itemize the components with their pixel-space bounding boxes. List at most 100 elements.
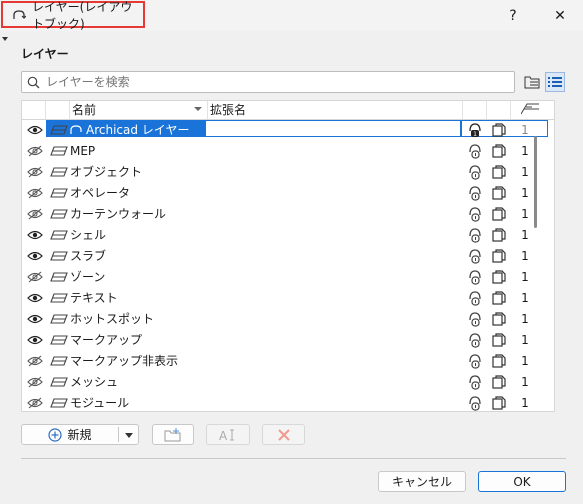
- layer-status-icon[interactable]: [489, 119, 509, 140]
- search-input[interactable]: [44, 74, 488, 90]
- table-row[interactable]: テキスト 1: [22, 287, 554, 308]
- table-row[interactable]: オブジェクト 1: [22, 161, 554, 182]
- layer-status-icon[interactable]: [489, 287, 509, 308]
- layer-status-icon[interactable]: [489, 308, 509, 329]
- eye-open-icon[interactable]: [25, 308, 45, 329]
- wireframe-toggle-icon[interactable]: [465, 182, 485, 203]
- wireframe-toggle-icon[interactable]: [465, 329, 485, 350]
- cancel-button[interactable]: キャンセル: [378, 471, 466, 492]
- layer-lock-icon[interactable]: [48, 266, 70, 287]
- ok-button[interactable]: OK: [478, 471, 566, 492]
- intersection-group-number[interactable]: 1: [515, 224, 535, 245]
- eye-open-icon[interactable]: [25, 119, 45, 140]
- layer-status-icon[interactable]: [489, 182, 509, 203]
- eye-hidden-icon[interactable]: [25, 392, 45, 411]
- layer-lock-icon[interactable]: [48, 350, 70, 371]
- delete-button[interactable]: [262, 424, 305, 445]
- layer-lock-icon[interactable]: [48, 203, 70, 224]
- wireframe-toggle-icon[interactable]: [465, 140, 485, 161]
- table-row[interactable]: ホットスポット 1: [22, 308, 554, 329]
- wireframe-toggle-icon[interactable]: [465, 203, 485, 224]
- layer-lock-icon[interactable]: [48, 245, 70, 266]
- wireframe-toggle-icon[interactable]: [465, 266, 485, 287]
- table-row[interactable]: カーテンウォール 1: [22, 203, 554, 224]
- table-row[interactable]: Archicad レイヤー 1 1: [22, 119, 554, 140]
- layer-lock-icon[interactable]: [48, 140, 70, 161]
- table-row[interactable]: メッシュ 1: [22, 371, 554, 392]
- eye-hidden-icon[interactable]: [25, 140, 45, 161]
- layer-status-icon[interactable]: [489, 224, 509, 245]
- layer-status-icon[interactable]: [489, 140, 509, 161]
- eye-open-icon[interactable]: [25, 329, 45, 350]
- intersection-group-number[interactable]: 1: [515, 161, 535, 182]
- intersection-group-number[interactable]: 1: [515, 287, 535, 308]
- wireframe-toggle-icon[interactable]: [465, 308, 485, 329]
- collapse-triangle-icon[interactable]: [2, 37, 8, 41]
- intersection-group-number[interactable]: 1: [515, 329, 535, 350]
- layer-lock-icon[interactable]: [48, 392, 70, 411]
- dropdown-arrow-icon[interactable]: [125, 433, 133, 438]
- table-row[interactable]: MEP 1: [22, 140, 554, 161]
- table-row[interactable]: モジュール 1: [22, 392, 554, 411]
- col-wireframe[interactable]: [463, 101, 487, 119]
- intersection-group-number[interactable]: 1: [515, 119, 535, 140]
- intersection-group-number[interactable]: 1: [515, 182, 535, 203]
- layer-status-icon[interactable]: [489, 350, 509, 371]
- close-button[interactable]: ✕: [540, 0, 580, 31]
- layer-lock-icon[interactable]: [48, 161, 70, 182]
- wireframe-toggle-icon[interactable]: [465, 392, 485, 411]
- rename-button[interactable]: A: [206, 424, 250, 445]
- intersection-group-number[interactable]: 1: [515, 203, 535, 224]
- eye-hidden-icon[interactable]: [25, 182, 45, 203]
- intersection-group-number[interactable]: 1: [515, 245, 535, 266]
- layer-status-icon[interactable]: [489, 245, 509, 266]
- search-box[interactable]: [21, 71, 515, 93]
- col-intersection[interactable]: [511, 101, 554, 119]
- intersection-group-number[interactable]: 1: [515, 308, 535, 329]
- layer-lock-icon[interactable]: [48, 329, 70, 350]
- table-row[interactable]: マークアップ 1: [22, 329, 554, 350]
- eye-hidden-icon[interactable]: [25, 350, 45, 371]
- table-row[interactable]: シェル 1: [22, 224, 554, 245]
- layer-status-icon[interactable]: [489, 329, 509, 350]
- wireframe-toggle-icon[interactable]: [465, 224, 485, 245]
- eye-hidden-icon[interactable]: [25, 203, 45, 224]
- vertical-scrollbar[interactable]: [534, 136, 537, 228]
- eye-open-icon[interactable]: [25, 224, 45, 245]
- wireframe-toggle-icon[interactable]: [465, 287, 485, 308]
- intersection-group-number[interactable]: 1: [515, 392, 535, 411]
- eye-open-icon[interactable]: [25, 245, 45, 266]
- layer-lock-icon[interactable]: [48, 182, 70, 203]
- layer-status-icon[interactable]: [489, 161, 509, 182]
- table-row[interactable]: スラブ 1: [22, 245, 554, 266]
- eye-hidden-icon[interactable]: [25, 161, 45, 182]
- eye-open-icon[interactable]: [25, 287, 45, 308]
- eye-hidden-icon[interactable]: [25, 371, 45, 392]
- table-row[interactable]: マークアップ非表示 1: [22, 350, 554, 371]
- wireframe-toggle-icon[interactable]: [465, 350, 485, 371]
- layer-lock-icon[interactable]: [48, 308, 70, 329]
- col-extension-header[interactable]: 拡張名: [208, 101, 463, 119]
- layer-status-icon[interactable]: [489, 266, 509, 287]
- intersection-group-number[interactable]: 1: [515, 266, 535, 287]
- layer-lock-icon[interactable]: [48, 371, 70, 392]
- wireframe-toggle-icon[interactable]: [465, 245, 485, 266]
- wireframe-toggle-icon[interactable]: [465, 371, 485, 392]
- layer-status-icon[interactable]: [489, 392, 509, 411]
- layer-lock-icon[interactable]: [48, 224, 70, 245]
- layer-lock-icon[interactable]: [48, 287, 70, 308]
- new-layer-split-button[interactable]: 新規: [21, 424, 139, 445]
- table-row[interactable]: ゾーン 1: [22, 266, 554, 287]
- wireframe-toggle-icon[interactable]: 1: [465, 119, 485, 140]
- new-folder-button[interactable]: [152, 424, 194, 445]
- folder-view-button[interactable]: [522, 72, 542, 92]
- layer-lock-icon[interactable]: [48, 119, 70, 140]
- wireframe-toggle-icon[interactable]: [465, 161, 485, 182]
- layer-status-icon[interactable]: [489, 371, 509, 392]
- col-visibility[interactable]: [22, 101, 46, 119]
- intersection-group-number[interactable]: 1: [515, 140, 535, 161]
- col-status[interactable]: [487, 101, 511, 119]
- col-lock[interactable]: [46, 101, 70, 119]
- layer-status-icon[interactable]: [489, 203, 509, 224]
- list-view-button[interactable]: [545, 72, 565, 92]
